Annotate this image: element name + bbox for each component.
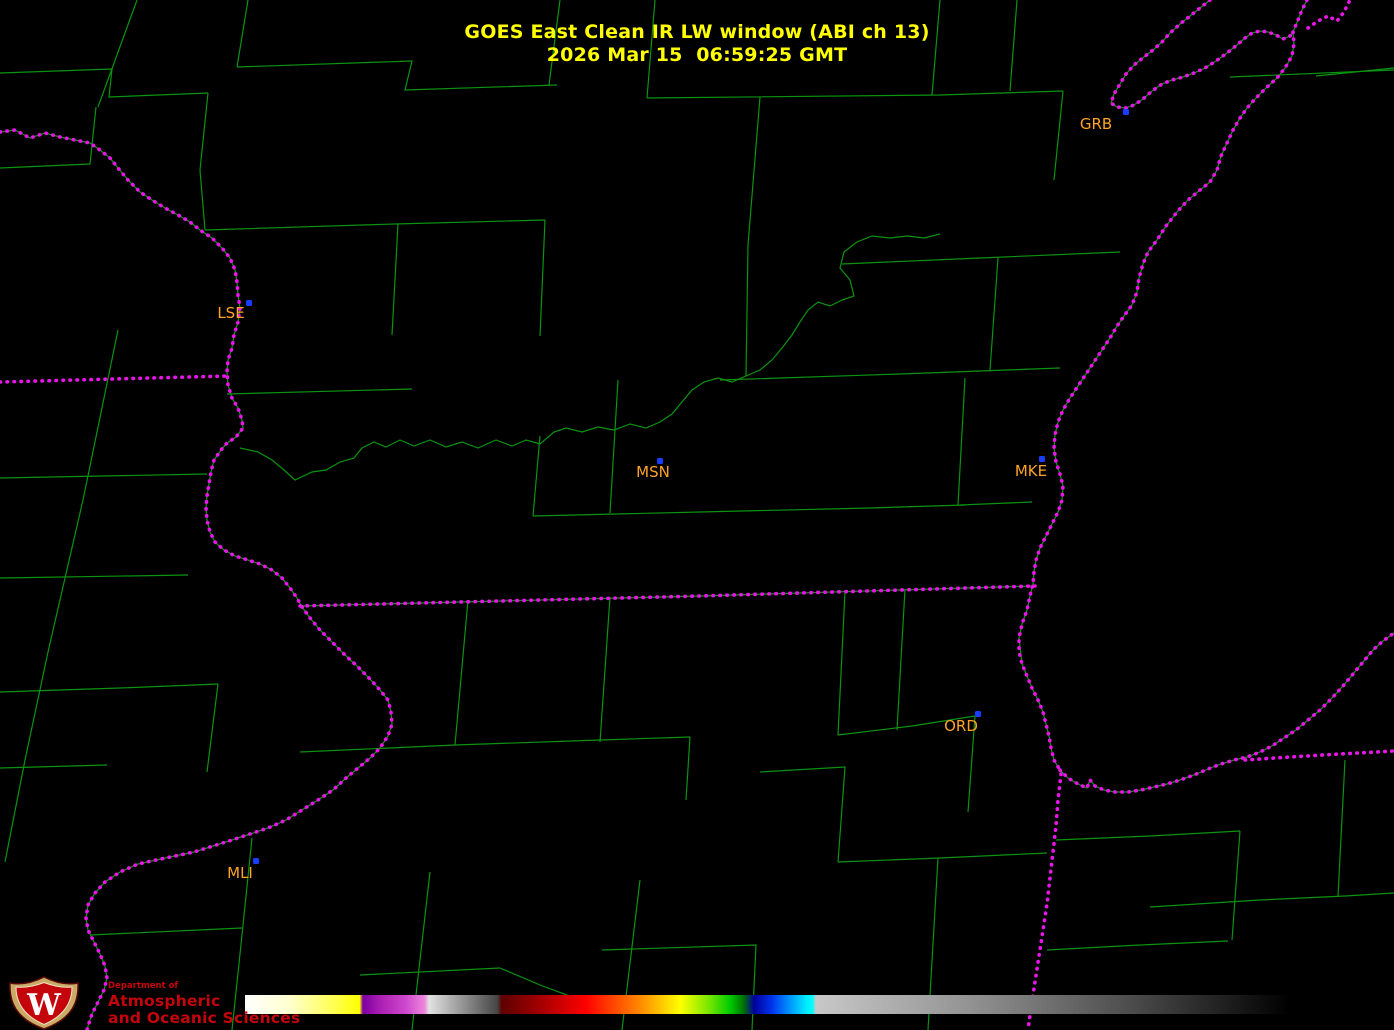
county-boundary-line bbox=[646, 90, 1064, 99]
station-label: MSN bbox=[636, 463, 670, 481]
station-label: MKE bbox=[1014, 462, 1048, 480]
state-border-dotted-line bbox=[298, 584, 1037, 608]
county-boundary-line bbox=[745, 244, 749, 377]
county-boundary-line bbox=[959, 501, 1033, 506]
county-boundary-line bbox=[1344, 892, 1394, 897]
county-boundary-line bbox=[957, 377, 966, 506]
county-boundary-line bbox=[719, 367, 1061, 381]
county-boundary-line bbox=[837, 852, 1048, 863]
station-label: GRB bbox=[1079, 115, 1113, 133]
state-border-dotted-line bbox=[1243, 749, 1394, 762]
county-boundary-line bbox=[1053, 90, 1064, 181]
county-boundary-line bbox=[299, 736, 691, 753]
satellite-image-viewer: GOES East Clean IR LW window (ABI ch 13)… bbox=[0, 0, 1394, 1030]
county-boundary-line bbox=[226, 388, 413, 395]
station-dot bbox=[1123, 109, 1129, 115]
logo-text: Department of Atmospheric and Oceanic Sc… bbox=[108, 982, 300, 1029]
county-boundary-line bbox=[747, 96, 761, 246]
county-boundary-line bbox=[532, 435, 541, 517]
state-border-dotted-line bbox=[1058, 631, 1394, 794]
image-title-block: GOES East Clean IR LW window (ABI ch 13)… bbox=[0, 21, 1394, 67]
county-boundary-line bbox=[1059, 632, 1394, 793]
timestamp: 2026 Mar 15 06:59:25 GMT bbox=[546, 44, 848, 66]
uw-crest-icon: W bbox=[9, 976, 79, 1030]
county-boundary-line bbox=[0, 106, 97, 169]
county-boundary-line bbox=[601, 944, 757, 1030]
station-dot bbox=[246, 300, 252, 306]
county-boundary-line bbox=[0, 764, 108, 769]
county-boundary-line bbox=[989, 257, 999, 371]
county-boundary-line bbox=[0, 683, 219, 693]
county-boundary-line bbox=[359, 967, 501, 976]
state-border-dotted-line bbox=[0, 374, 229, 384]
county-boundary-line bbox=[391, 223, 399, 336]
county-boundary-line bbox=[759, 766, 846, 863]
logo-line-1: Atmospheric bbox=[108, 991, 221, 1010]
station-label: LSE bbox=[217, 304, 245, 322]
county-boundary-line bbox=[239, 233, 941, 481]
county-boundary-line bbox=[454, 599, 469, 746]
station-label: ORD bbox=[944, 717, 978, 735]
county-boundary-line bbox=[204, 219, 546, 231]
county-boundary-line bbox=[1149, 895, 1346, 908]
county-boundary-line bbox=[1315, 67, 1394, 77]
county-boundary-line bbox=[1231, 830, 1241, 941]
county-boundary-line bbox=[1337, 759, 1346, 897]
county-boundary-line bbox=[1018, 0, 1308, 771]
county-boundary-line bbox=[1046, 940, 1229, 951]
county-boundary-line bbox=[0, 473, 208, 479]
county-boundary-line bbox=[837, 591, 846, 736]
county-boundary-line bbox=[539, 219, 546, 337]
county-boundary-line bbox=[841, 251, 1121, 265]
state-border-dotted-line bbox=[1026, 772, 1063, 1030]
crest-letter: W bbox=[26, 988, 62, 1023]
state-border-dotted-line bbox=[0, 128, 394, 1030]
station-label: MLI bbox=[227, 864, 253, 882]
county-boundary-line bbox=[206, 683, 219, 773]
county-boundary-line bbox=[896, 588, 906, 731]
county-boundary-line bbox=[199, 92, 209, 231]
map-canvas bbox=[0, 0, 1394, 1030]
county-boundary-line bbox=[609, 379, 619, 514]
county-boundary-line bbox=[0, 574, 189, 579]
product-title: GOES East Clean IR LW window (ABI ch 13) bbox=[464, 21, 930, 43]
county-boundary-line bbox=[89, 927, 243, 936]
logo-dept-line: Department of bbox=[108, 981, 179, 991]
aos-logo: W Department of Atmospheric and Oceanic … bbox=[6, 976, 300, 1030]
state-border-dotted-line bbox=[1017, 0, 1309, 772]
county-boundary-line bbox=[0, 68, 209, 98]
county-boundary-line bbox=[685, 736, 691, 801]
county-boundary-line bbox=[0, 129, 393, 1030]
county-boundary-line bbox=[599, 596, 611, 743]
station-dot bbox=[253, 858, 259, 864]
county-boundary-line bbox=[4, 329, 119, 863]
ir-colorbar bbox=[245, 995, 1347, 1014]
county-boundary-line bbox=[1055, 830, 1241, 841]
county-boundary-line bbox=[532, 504, 966, 517]
logo-line-2: and Oceanic Sciences bbox=[108, 1009, 301, 1027]
